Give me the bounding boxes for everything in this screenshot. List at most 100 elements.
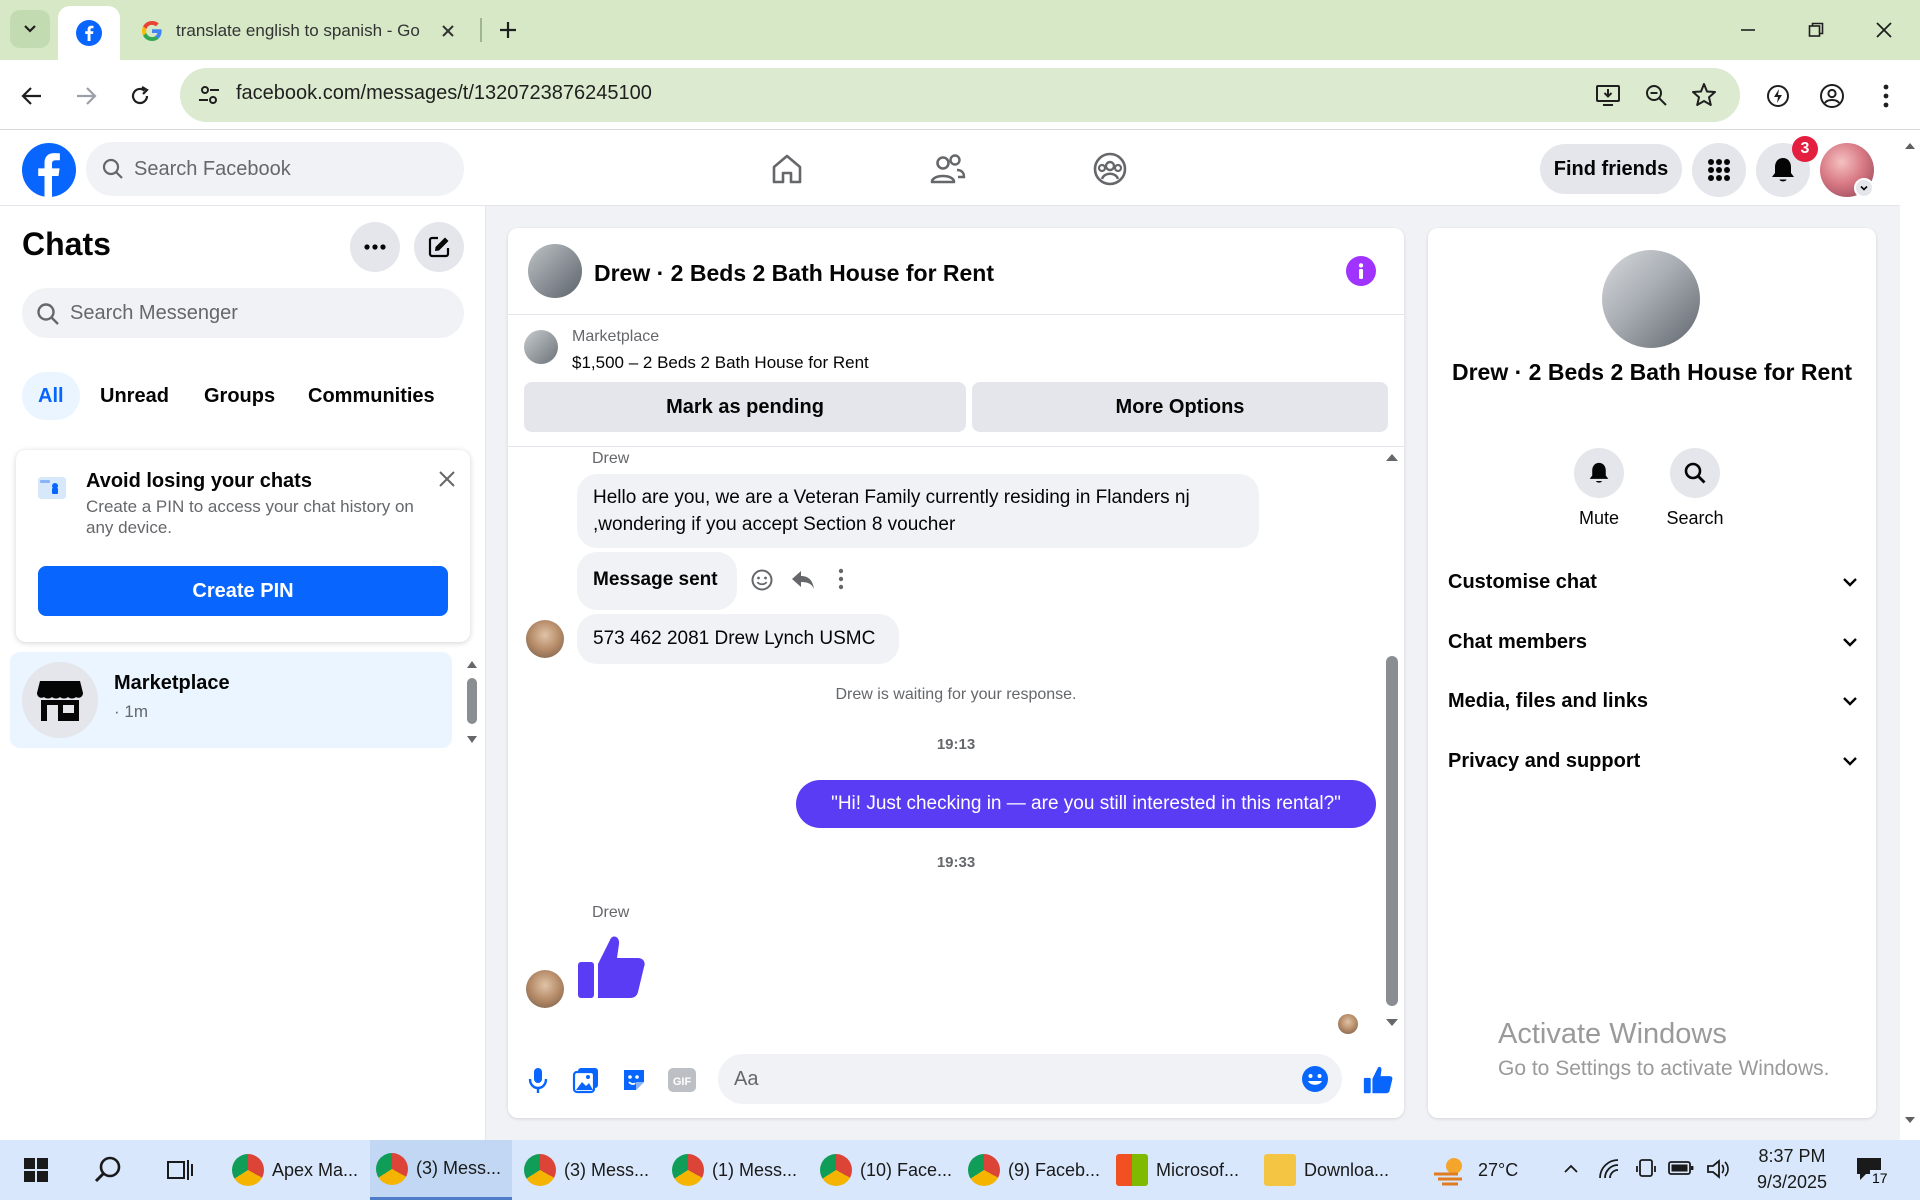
battery-icon[interactable] <box>1668 1160 1694 1176</box>
task-view-button[interactable] <box>152 1140 208 1200</box>
nav-home[interactable] <box>757 144 817 194</box>
sender-avatar[interactable] <box>526 970 564 1008</box>
dismiss-card-button[interactable] <box>434 466 460 492</box>
browser-menu-icon[interactable] <box>1866 76 1906 116</box>
attach-media-button[interactable] <box>570 1064 602 1096</box>
message-line: ,wondering if you accept Section 8 vouch… <box>593 514 956 535</box>
tab-facebook[interactable] <box>58 6 120 60</box>
conversation-scroll-thumb[interactable] <box>1386 656 1398 1006</box>
create-pin-button[interactable]: Create PIN <box>38 566 448 616</box>
temperature[interactable]: 27°C <box>1478 1160 1518 1181</box>
chat-options-button[interactable] <box>350 222 400 272</box>
taskbar-search-button[interactable] <box>80 1140 136 1200</box>
device-icon[interactable] <box>1636 1158 1656 1180</box>
taskbar-app[interactable]: (3) Mess... <box>370 1140 512 1200</box>
close-window-button[interactable] <box>1856 10 1912 50</box>
conversation-info-button[interactable] <box>1346 256 1376 286</box>
nav-friends[interactable] <box>918 144 978 194</box>
section-customise-chat[interactable]: Customise chat <box>1448 562 1858 602</box>
section-media-files[interactable]: Media, files and links <box>1448 681 1858 721</box>
section-privacy-support[interactable]: Privacy and support <box>1448 741 1858 781</box>
filter-unread[interactable]: Unread <box>84 372 185 420</box>
start-button[interactable] <box>8 1140 64 1200</box>
voice-clip-button[interactable] <box>522 1064 554 1096</box>
scroll-up-icon[interactable] <box>465 658 479 670</box>
close-icon[interactable] <box>440 23 456 39</box>
sender-avatar[interactable] <box>526 620 564 658</box>
site-info-icon[interactable] <box>196 82 222 108</box>
listing-thumbnail[interactable] <box>524 330 558 364</box>
account-caret[interactable] <box>1854 178 1874 198</box>
chevron-up-icon[interactable] <box>1562 1160 1580 1178</box>
reply-icon[interactable] <box>790 568 816 592</box>
menu-button[interactable] <box>1692 143 1746 197</box>
messenger-search[interactable]: Search Messenger <box>22 288 464 338</box>
zoom-icon[interactable] <box>1642 81 1670 109</box>
chevron-down-icon <box>1843 578 1857 587</box>
filter-communities[interactable]: Communities <box>292 372 451 420</box>
page-scrollbar[interactable] <box>1900 130 1920 1140</box>
tab-google-translate[interactable]: translate english to spanish - Go <box>128 8 468 54</box>
scroll-down-icon[interactable] <box>465 734 479 746</box>
more-vertical-icon[interactable] <box>838 568 844 590</box>
wifi-icon[interactable] <box>1598 1158 1620 1180</box>
taskbar-app[interactable]: Downloa... <box>1258 1140 1400 1200</box>
chat-list-scroll-thumb[interactable] <box>467 678 477 724</box>
clock-date[interactable]: 9/3/2025 <box>1746 1172 1838 1193</box>
minimize-button[interactable] <box>1720 10 1776 50</box>
facebook-search[interactable]: Search Facebook <box>86 142 464 196</box>
conversation-title[interactable]: Drew · 2 Beds 2 Bath House for Rent <box>594 260 994 287</box>
message-sender: Drew <box>592 450 630 467</box>
bookmark-star-icon[interactable] <box>1690 81 1718 109</box>
scroll-down-icon[interactable] <box>1384 1016 1400 1030</box>
new-tab-button[interactable] <box>492 14 524 46</box>
chat-item-marketplace[interactable]: Marketplace · 1m <box>10 652 452 748</box>
send-like-button[interactable] <box>1362 1064 1394 1096</box>
facebook-logo[interactable] <box>22 143 76 197</box>
incoming-message[interactable]: Hello are you, we are a Veteran Family c… <box>577 474 1259 548</box>
mark-as-pending-button[interactable]: Mark as pending <box>524 382 966 432</box>
taskbar-app[interactable]: Microsof... <box>1110 1140 1252 1200</box>
taskbar-app[interactable]: Apex Ma... <box>226 1140 364 1200</box>
scroll-up-icon[interactable] <box>1384 450 1400 464</box>
emoji-icon[interactable] <box>1300 1064 1330 1094</box>
restore-button[interactable] <box>1788 10 1844 50</box>
info-avatar[interactable] <box>1602 250 1700 348</box>
search-action[interactable]: Search <box>1650 448 1740 529</box>
listing-title[interactable]: $1,500 – 2 Beds 2 Bath House for Rent <box>572 353 869 373</box>
reload-button[interactable] <box>120 76 160 116</box>
conversation-avatar[interactable] <box>528 244 582 298</box>
thumbs-up-reaction[interactable] <box>576 932 646 1002</box>
back-button[interactable] <box>12 76 52 116</box>
new-message-button[interactable] <box>414 222 464 272</box>
filter-all[interactable]: All <box>22 372 80 420</box>
forward-button[interactable] <box>66 76 106 116</box>
volume-icon[interactable] <box>1706 1158 1730 1180</box>
install-app-icon[interactable] <box>1594 81 1622 109</box>
sticker-button[interactable] <box>618 1064 650 1096</box>
performance-icon[interactable] <box>1758 76 1798 116</box>
outgoing-message[interactable]: "Hi! Just checking in — are you still in… <box>796 780 1376 828</box>
nav-groups[interactable] <box>1080 144 1140 194</box>
more-options-button[interactable]: More Options <box>972 382 1388 432</box>
profile-icon[interactable] <box>1812 76 1852 116</box>
filter-groups[interactable]: Groups <box>188 372 291 420</box>
chevron-down-icon <box>1843 757 1857 766</box>
taskbar-app[interactable]: (3) Mess... <box>518 1140 660 1200</box>
incoming-message[interactable]: Message sent <box>577 552 737 610</box>
taskbar-app[interactable]: (9) Faceb... <box>962 1140 1104 1200</box>
react-icon[interactable] <box>750 568 774 592</box>
weather-icon[interactable] <box>1432 1154 1468 1186</box>
gif-button[interactable]: GIF <box>666 1064 698 1096</box>
url-text: facebook.com/messages/t/1320723876245100 <box>236 82 652 104</box>
taskbar-app[interactable]: (1) Mess... <box>666 1140 808 1200</box>
mute-action[interactable]: Mute <box>1554 448 1644 529</box>
message-input[interactable]: Aa <box>718 1054 1342 1104</box>
section-chat-members[interactable]: Chat members <box>1448 622 1858 662</box>
address-bar[interactable]: facebook.com/messages/t/1320723876245100 <box>180 68 1740 122</box>
find-friends-button[interactable]: Find friends <box>1540 144 1682 194</box>
tab-search-button[interactable] <box>10 10 50 48</box>
taskbar-app[interactable]: (10) Face... <box>814 1140 956 1200</box>
clock-time[interactable]: 8:37 PM <box>1752 1146 1832 1167</box>
incoming-message[interactable]: 573 462 2081 Drew Lynch USMC <box>577 614 899 664</box>
